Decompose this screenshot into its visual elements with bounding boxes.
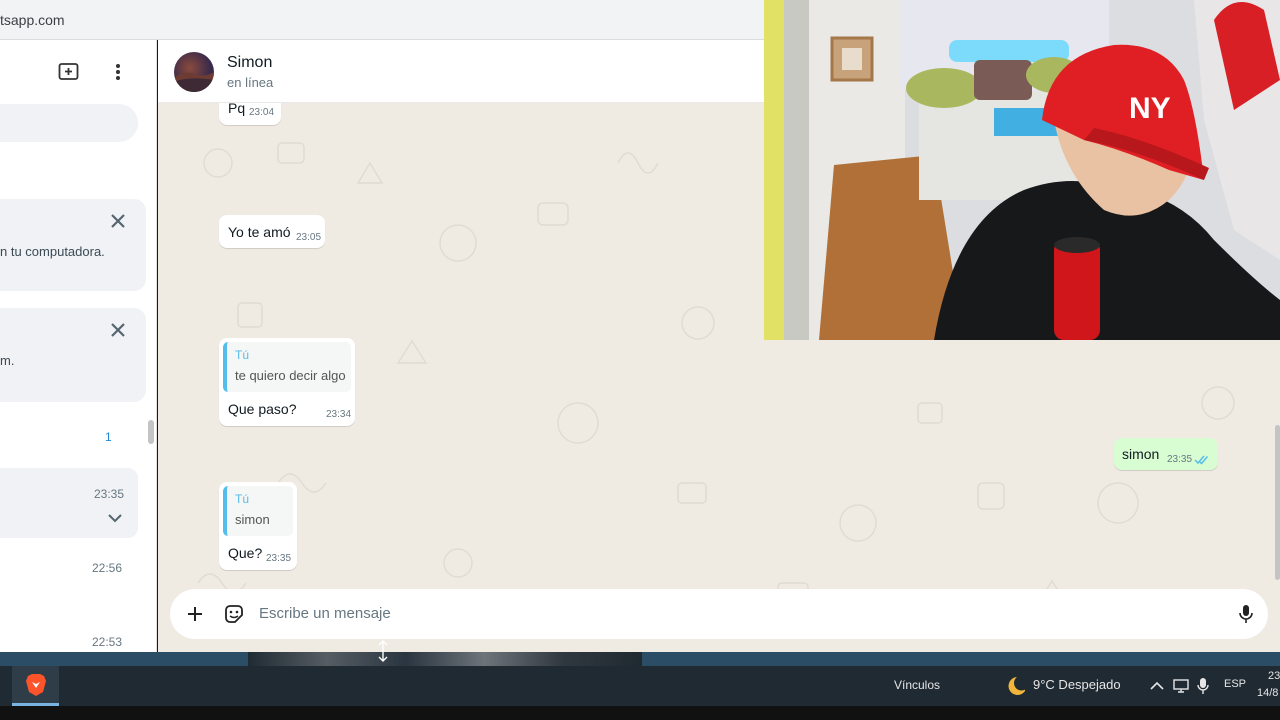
notification-banner: m. [0, 308, 146, 402]
brave-icon [25, 673, 46, 696]
message-incoming[interactable]: Tú te quiero decir algo Que paso? 23:34 [219, 338, 355, 426]
contact-name[interactable]: Simon [227, 54, 272, 72]
message-composer[interactable]: Escribe un mensaje [170, 589, 1268, 639]
double-check-icon [1194, 452, 1210, 468]
network-icon[interactable] [1172, 677, 1190, 695]
weather-text[interactable]: 9°C Despejado [1033, 677, 1121, 692]
close-icon[interactable] [108, 211, 128, 231]
screen: tsapp.com n tu computadora. m. 1 23:35 2… [0, 0, 1280, 720]
bottom-border [0, 706, 1280, 720]
quote-text: simon [235, 512, 270, 527]
links-toolbar-label[interactable]: Vínculos [894, 678, 940, 692]
webcam-video: NY [764, 0, 1280, 340]
microphone-tray-icon[interactable] [1194, 677, 1212, 695]
scrollbar[interactable] [1275, 425, 1280, 580]
clock-time[interactable]: 23 [1268, 670, 1280, 682]
quote-author: Tú [235, 492, 250, 506]
avatar[interactable] [174, 52, 214, 92]
unread-badge: 1 [105, 430, 112, 444]
more-options-icon[interactable] [106, 60, 130, 84]
banner-text: n tu computadora. [0, 244, 105, 259]
brave-browser-taskbar-button[interactable] [12, 666, 59, 706]
message-text: Yo te amó [228, 224, 291, 240]
new-chat-icon[interactable] [57, 60, 81, 84]
message-time: 23:35 [1167, 454, 1193, 465]
chat-time: 22:56 [91, 561, 122, 575]
close-icon[interactable] [108, 320, 128, 340]
message-text: simon [1122, 446, 1160, 462]
taskbar: Vínculos 9°C Despejado ESP 23 14/8 [0, 666, 1280, 706]
desktop-wallpaper-strip [0, 640, 1280, 666]
moon-weather-icon[interactable] [1003, 675, 1025, 697]
mouse-cursor-icon [377, 640, 389, 667]
message-time: 23:35 [266, 553, 292, 564]
banner-text: m. [0, 353, 15, 368]
url-text[interactable]: tsapp.com [0, 12, 65, 28]
message-time: 23:05 [296, 232, 322, 243]
message-input[interactable]: Escribe un mensaje [259, 605, 391, 622]
chevron-down-icon[interactable] [108, 510, 122, 528]
notification-banner: n tu computadora. [0, 199, 146, 291]
scrollbar[interactable] [148, 420, 154, 444]
chat-header[interactable]: Simon en línea [158, 40, 770, 103]
sticker-icon[interactable] [222, 602, 246, 626]
message-text: Pq [228, 103, 246, 116]
contact-status: en línea [227, 75, 274, 90]
browser-url-bar[interactable]: tsapp.com [0, 0, 770, 40]
chevron-up-icon[interactable] [1148, 677, 1166, 695]
microphone-icon[interactable] [1234, 602, 1258, 626]
quote-author: Tú [235, 348, 250, 362]
quoted-message[interactable]: Tú simon [223, 486, 293, 536]
message-time: 23:04 [249, 107, 275, 118]
plus-icon[interactable] [183, 602, 207, 626]
quote-text: te quiero decir algo [235, 368, 346, 383]
chat-time: 23:35 [94, 487, 125, 501]
message-outgoing[interactable]: simon 23:35 [1114, 438, 1218, 470]
clock-date[interactable]: 14/8 [1257, 687, 1278, 699]
search-input[interactable] [0, 104, 138, 142]
chat-list-item-active[interactable]: 23:35 [0, 468, 138, 538]
message-incoming[interactable]: Tú simon Que? 23:35 [219, 482, 297, 570]
message-text: Que? [228, 545, 263, 561]
language-indicator[interactable]: ESP [1224, 678, 1246, 690]
quoted-message[interactable]: Tú te quiero decir algo [223, 342, 351, 392]
message-time: 23:34 [326, 409, 352, 420]
message-text: Que paso? [228, 401, 297, 417]
svg-text:NY: NY [1129, 92, 1171, 125]
message-incoming[interactable]: Pq 23:04 [219, 103, 281, 125]
chat-time: 22:53 [91, 635, 122, 649]
webcam-overlay: NY [764, 0, 1280, 340]
wallpaper-image [248, 652, 642, 666]
message-incoming[interactable]: Yo te amó 23:05 [219, 215, 325, 248]
chat-list-panel: n tu computadora. m. 1 23:35 22:56 22:53 [0, 40, 157, 652]
